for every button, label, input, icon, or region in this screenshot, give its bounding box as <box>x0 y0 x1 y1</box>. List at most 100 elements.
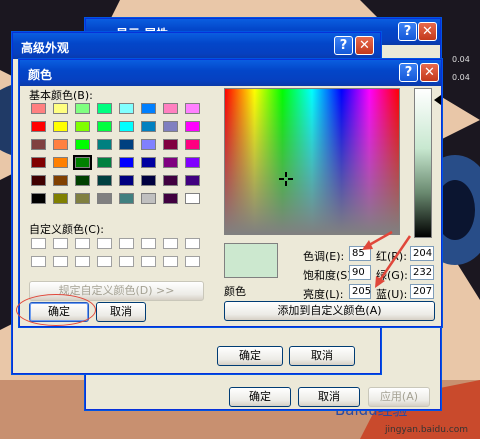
basic-color-swatch[interactable] <box>53 121 68 132</box>
blue-label: 蓝(U): <box>376 288 408 301</box>
basic-color-swatch[interactable] <box>75 193 90 204</box>
basic-color-swatch[interactable] <box>97 157 112 168</box>
basic-color-swatch[interactable] <box>141 157 156 168</box>
advanced-title: 高级外观 <box>21 41 70 55</box>
side-value-2: 0.04 <box>452 73 470 82</box>
help-button[interactable]: ? <box>399 63 418 82</box>
custom-color-swatch[interactable] <box>119 238 134 249</box>
help-button[interactable]: ? <box>334 36 353 55</box>
advanced-ok-button[interactable]: 确定 <box>217 346 283 366</box>
luminance-label: 亮度(L): <box>303 288 344 301</box>
color-title: 颜色 <box>28 68 53 82</box>
close-icon[interactable]: ✕ <box>355 36 374 55</box>
display-cancel-button[interactable]: 取消 <box>298 387 360 407</box>
close-icon[interactable]: ✕ <box>418 22 437 41</box>
basic-color-swatch[interactable] <box>141 121 156 132</box>
custom-colors-label: 自定义颜色(C): <box>29 223 104 236</box>
basic-color-swatch[interactable] <box>97 139 112 150</box>
basic-color-swatch[interactable] <box>75 175 90 186</box>
basic-color-swatch[interactable] <box>75 121 90 132</box>
custom-color-swatch[interactable] <box>163 256 178 267</box>
basic-color-swatch[interactable] <box>53 175 68 186</box>
custom-color-swatch[interactable] <box>141 256 156 267</box>
close-icon[interactable]: ✕ <box>420 63 439 82</box>
basic-color-swatch[interactable] <box>53 193 68 204</box>
basic-color-swatch[interactable] <box>185 121 200 132</box>
custom-color-swatch[interactable] <box>31 256 46 267</box>
basic-color-swatch[interactable] <box>163 175 178 186</box>
red-field[interactable]: 204 <box>410 246 434 261</box>
saturation-label: 饱和度(S): <box>303 269 356 282</box>
basic-color-swatch[interactable] <box>31 139 46 150</box>
custom-color-swatch[interactable] <box>53 256 68 267</box>
basic-color-swatch[interactable] <box>97 103 112 114</box>
luminance-field[interactable]: 205 <box>349 284 371 299</box>
basic-color-swatch[interactable] <box>31 121 46 132</box>
basic-color-swatch[interactable] <box>75 103 90 114</box>
basic-color-swatch[interactable] <box>185 175 200 186</box>
luminance-slider[interactable] <box>414 88 432 238</box>
saturation-field[interactable]: 90 <box>349 265 371 280</box>
basic-color-swatch[interactable] <box>97 175 112 186</box>
basic-color-swatch[interactable] <box>53 157 68 168</box>
basic-color-swatch[interactable] <box>119 175 134 186</box>
basic-color-swatch[interactable] <box>185 139 200 150</box>
watermark-url: jingyan.baidu.com <box>384 425 468 435</box>
basic-color-swatch[interactable] <box>163 103 178 114</box>
custom-color-swatch[interactable] <box>141 238 156 249</box>
basic-color-swatch[interactable] <box>141 193 156 204</box>
custom-color-swatch[interactable] <box>185 238 200 249</box>
custom-color-swatch[interactable] <box>31 238 46 249</box>
custom-color-swatch[interactable] <box>119 256 134 267</box>
basic-color-swatch[interactable] <box>53 103 68 114</box>
basic-color-swatch[interactable] <box>31 103 46 114</box>
basic-color-swatch[interactable] <box>31 157 46 168</box>
basic-colors-label: 基本颜色(B): <box>29 89 93 102</box>
luminance-arrow-icon[interactable] <box>434 95 441 105</box>
basic-color-swatch[interactable] <box>119 193 134 204</box>
custom-color-swatch[interactable] <box>75 256 90 267</box>
green-field[interactable]: 232 <box>410 265 434 280</box>
cancel-button[interactable]: 取消 <box>96 302 146 322</box>
basic-color-swatch[interactable] <box>185 103 200 114</box>
basic-color-swatch[interactable] <box>141 175 156 186</box>
blue-field[interactable]: 207 <box>410 284 434 299</box>
advanced-titlebar[interactable]: 高级外观 ? ✕ <box>13 33 380 59</box>
display-apply-button[interactable]: 应用(A) <box>368 387 430 407</box>
basic-color-swatch[interactable] <box>97 193 112 204</box>
custom-color-swatch[interactable] <box>97 256 112 267</box>
hue-field[interactable]: 85 <box>349 246 371 261</box>
basic-color-swatch[interactable] <box>119 121 134 132</box>
red-label: 红(R): <box>376 250 407 263</box>
basic-color-swatch[interactable] <box>141 103 156 114</box>
basic-color-swatch[interactable] <box>163 157 178 168</box>
basic-color-swatch[interactable] <box>53 139 68 150</box>
color-titlebar[interactable]: 颜色 ? ✕ <box>20 60 441 86</box>
basic-color-swatch[interactable] <box>75 139 90 150</box>
custom-color-swatch[interactable] <box>163 238 178 249</box>
color-preview <box>224 243 278 278</box>
advanced-cancel-button[interactable]: 取消 <box>289 346 355 366</box>
basic-color-swatch[interactable] <box>163 193 178 204</box>
basic-color-swatch[interactable] <box>185 157 200 168</box>
basic-color-swatch[interactable] <box>119 157 134 168</box>
add-to-custom-colors-button[interactable]: 添加到自定义颜色(A) <box>224 301 435 321</box>
basic-color-swatch[interactable] <box>97 121 112 132</box>
basic-color-swatch[interactable] <box>31 175 46 186</box>
basic-color-swatch[interactable] <box>73 155 92 170</box>
display-ok-button[interactable]: 确定 <box>229 387 291 407</box>
color-solid-label: 颜色 <box>224 285 246 298</box>
basic-color-swatch[interactable] <box>141 139 156 150</box>
help-button[interactable]: ? <box>398 22 417 41</box>
color-spectrum[interactable] <box>224 88 400 235</box>
custom-color-swatch[interactable] <box>75 238 90 249</box>
custom-color-swatch[interactable] <box>185 256 200 267</box>
basic-color-swatch[interactable] <box>31 193 46 204</box>
custom-color-swatch[interactable] <box>53 238 68 249</box>
custom-color-swatch[interactable] <box>97 238 112 249</box>
basic-color-swatch[interactable] <box>163 121 178 132</box>
basic-color-swatch[interactable] <box>119 139 134 150</box>
basic-color-swatch[interactable] <box>119 103 134 114</box>
basic-color-swatch[interactable] <box>163 139 178 150</box>
basic-color-swatch[interactable] <box>185 193 200 204</box>
